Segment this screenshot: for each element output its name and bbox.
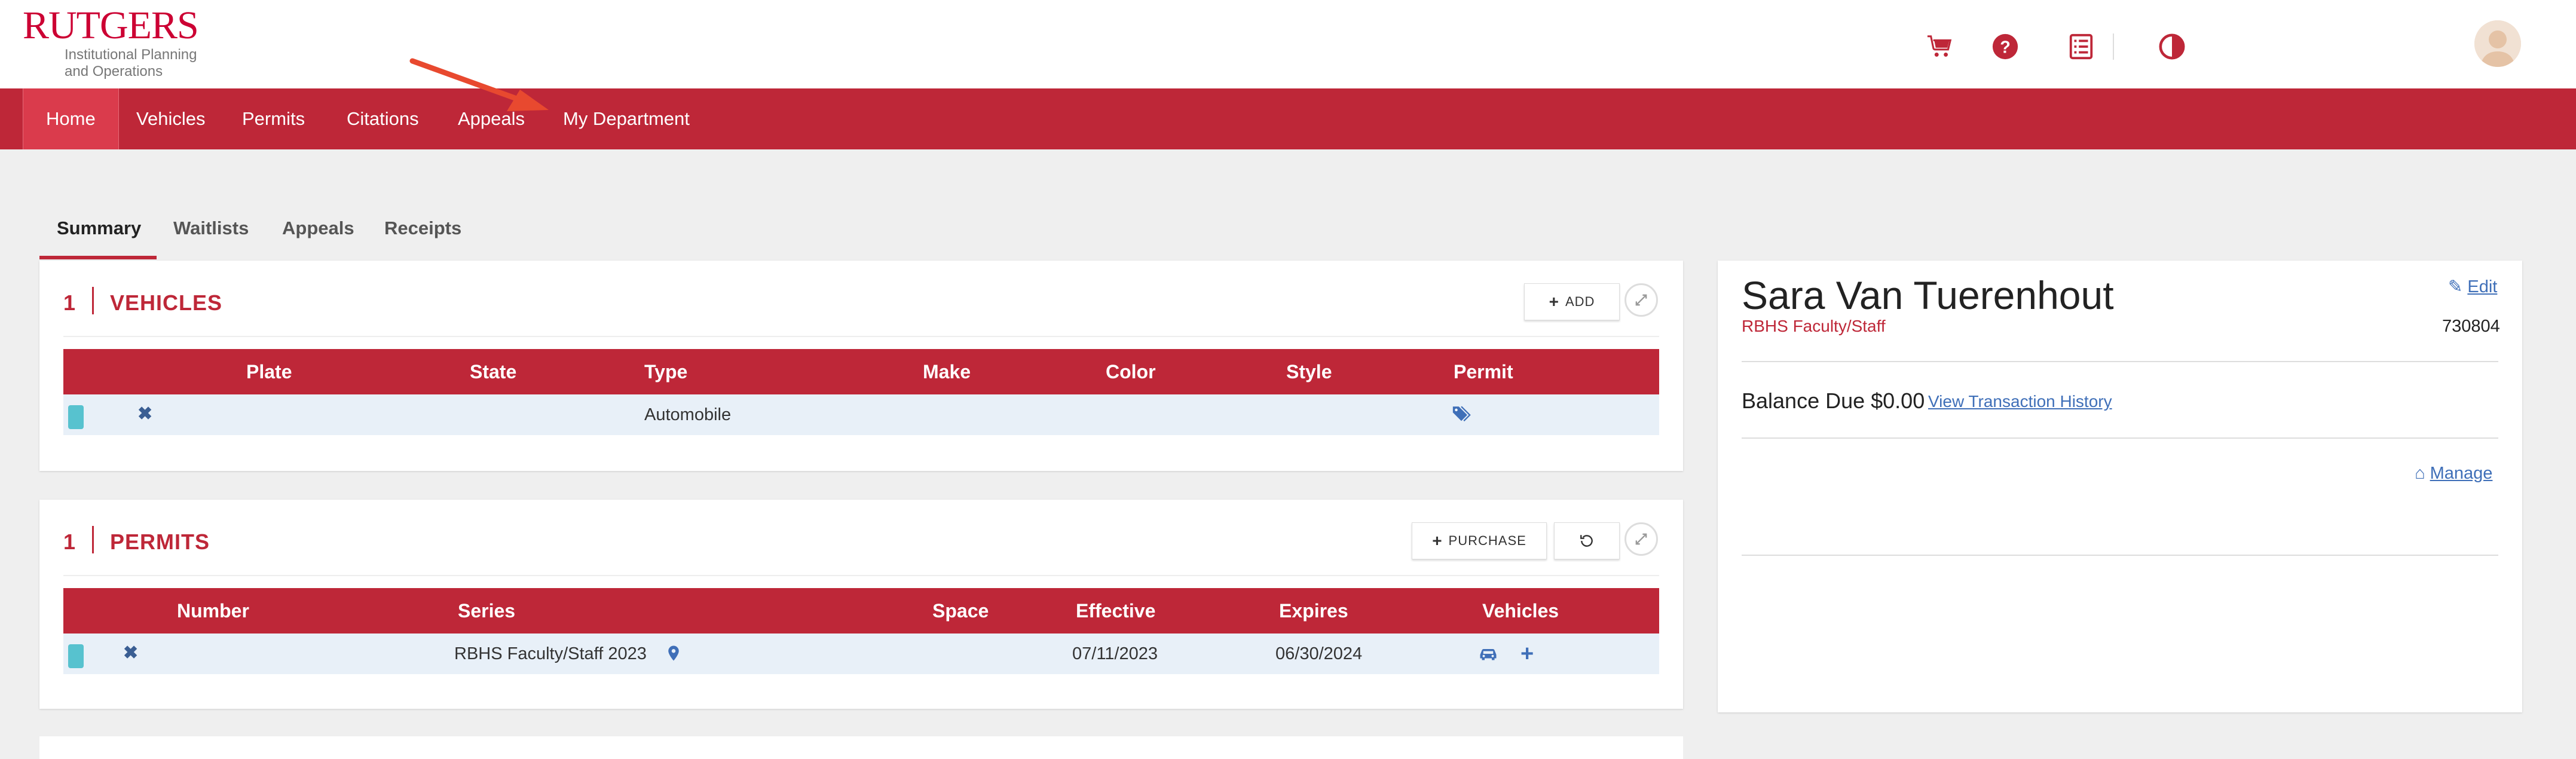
col-style[interactable]: Style <box>1286 349 1332 394</box>
history-button[interactable] <box>1554 522 1620 559</box>
header-divider <box>2113 33 2114 60</box>
nav-home[interactable]: Home <box>23 88 119 149</box>
balance-due: Balance Due $0.00 <box>1742 388 1925 413</box>
col-series[interactable]: Series <box>458 588 515 633</box>
tab-appeals[interactable]: Appeals <box>282 218 354 239</box>
help-icon[interactable]: ? <box>1987 29 2023 65</box>
cart-icon[interactable] <box>1922 29 1958 65</box>
logo-subtitle: Institutional Planning and Operations <box>65 47 256 80</box>
status-indicator <box>68 405 84 429</box>
nav-permits[interactable]: Permits <box>242 88 305 149</box>
manage-link[interactable]: ⌂ Manage <box>2415 464 2492 483</box>
col-number[interactable]: Number <box>177 588 249 633</box>
col-vehicles[interactable]: Vehicles <box>1482 588 1559 633</box>
vehicle-type: Automobile <box>644 405 732 424</box>
col-plate[interactable]: Plate <box>246 349 292 394</box>
next-panel <box>39 736 1683 759</box>
nav-citations[interactable]: Citations <box>347 88 419 149</box>
permits-table-header: Number Series Space Effective Expires Ve… <box>63 588 1659 633</box>
add-vehicle-button[interactable]: + ADD <box>1524 283 1620 320</box>
profile-divider <box>1742 555 2498 556</box>
permits-title: PERMITS <box>110 530 210 554</box>
add-vehicle-icon[interactable]: + <box>1520 642 1534 666</box>
panel-divider <box>63 575 1659 576</box>
view-transaction-history-link[interactable]: View Transaction History <box>1928 392 2112 411</box>
purchase-label: PURCHASE <box>1448 533 1526 548</box>
vehicles-title-bar <box>92 287 94 314</box>
profile-divider <box>1742 361 2498 362</box>
contrast-icon[interactable] <box>2154 29 2190 65</box>
car-icon[interactable] <box>1477 643 1499 670</box>
col-effective[interactable]: Effective <box>1076 588 1155 633</box>
logo-subtitle-line2: and Operations <box>65 63 163 79</box>
nav-appeals[interactable]: Appeals <box>458 88 525 149</box>
status-indicator <box>68 644 84 668</box>
profile-name: Sara Van Tuerenhout <box>1742 273 2114 317</box>
receipt-list-icon[interactable] <box>2063 29 2099 65</box>
tab-receipts[interactable]: Receipts <box>384 218 461 239</box>
map-marker-icon[interactable] <box>665 644 683 666</box>
table-row[interactable]: ✖ RBHS Faculty/Staff 2023 07/11/2023 06/… <box>63 633 1659 674</box>
profile-role: RBHS Faculty/Staff <box>1742 317 1886 335</box>
vehicles-table-header: Plate State Type Make Color Style Permit <box>63 349 1659 394</box>
site-header: RUTGERS Institutional Planning and Opera… <box>0 0 2576 88</box>
col-color[interactable]: Color <box>1106 349 1156 394</box>
permits-count: 1 <box>63 530 76 554</box>
vehicles-panel: 1 VEHICLES + ADD Plate State Type Make C… <box>39 261 1683 471</box>
user-avatar[interactable] <box>2474 20 2521 67</box>
permit-expires: 06/30/2024 <box>1275 644 1363 663</box>
expand-icon[interactable] <box>1624 283 1658 317</box>
col-permit[interactable]: Permit <box>1454 349 1513 394</box>
logo-wordmark: RUTGERS <box>23 4 199 47</box>
edit-label: Edit <box>2467 277 2498 296</box>
table-row[interactable]: ✖ Automobile <box>63 394 1659 435</box>
expand-icon[interactable] <box>1624 522 1658 556</box>
nav-my-department[interactable]: My Department <box>563 88 690 149</box>
history-icon <box>1580 535 1593 547</box>
plus-icon: + <box>1432 531 1443 550</box>
delete-icon[interactable]: ✖ <box>123 644 138 662</box>
col-space[interactable]: Space <box>932 588 989 633</box>
tab-summary[interactable]: Summary <box>57 218 141 239</box>
rutgers-logo[interactable]: RUTGERS Institutional Planning and Opera… <box>23 4 199 80</box>
permits-panel: 1 PERMITS + PURCHASE Number Series Space… <box>39 500 1683 709</box>
logo-subtitle-line1: Institutional Planning <box>65 47 197 63</box>
nav-vehicles[interactable]: Vehicles <box>136 88 205 149</box>
svg-text:?: ? <box>2000 38 2011 57</box>
col-make[interactable]: Make <box>923 349 971 394</box>
permit-effective: 07/11/2023 <box>1072 644 1158 663</box>
col-type[interactable]: Type <box>644 349 687 394</box>
tag-icon[interactable] <box>1451 404 1471 429</box>
panel-divider <box>63 336 1659 337</box>
vehicles-title: VEHICLES <box>110 290 223 315</box>
home-icon: ⌂ <box>2415 464 2425 483</box>
edit-profile-link[interactable]: ✎ Edit <box>2448 276 2497 297</box>
vehicles-count: 1 <box>63 290 76 315</box>
col-state[interactable]: State <box>470 349 516 394</box>
col-expires[interactable]: Expires <box>1279 588 1348 633</box>
permits-title-bar <box>92 526 94 553</box>
profile-divider <box>1742 437 2498 439</box>
manage-label: Manage <box>2430 464 2493 483</box>
plus-icon: + <box>1549 292 1559 311</box>
main-nav: Home Vehicles Permits Citations Appeals … <box>0 88 2576 149</box>
profile-id: 730804 <box>2442 317 2500 336</box>
edit-icon: ✎ <box>2448 277 2463 296</box>
permit-series: RBHS Faculty/Staff 2023 <box>454 644 647 663</box>
purchase-permit-button[interactable]: + PURCHASE <box>1412 522 1547 559</box>
active-tab-indicator <box>39 256 157 259</box>
tab-waitlists[interactable]: Waitlists <box>173 218 249 239</box>
delete-icon[interactable]: ✖ <box>137 405 152 423</box>
add-vehicle-label: ADD <box>1565 294 1595 309</box>
